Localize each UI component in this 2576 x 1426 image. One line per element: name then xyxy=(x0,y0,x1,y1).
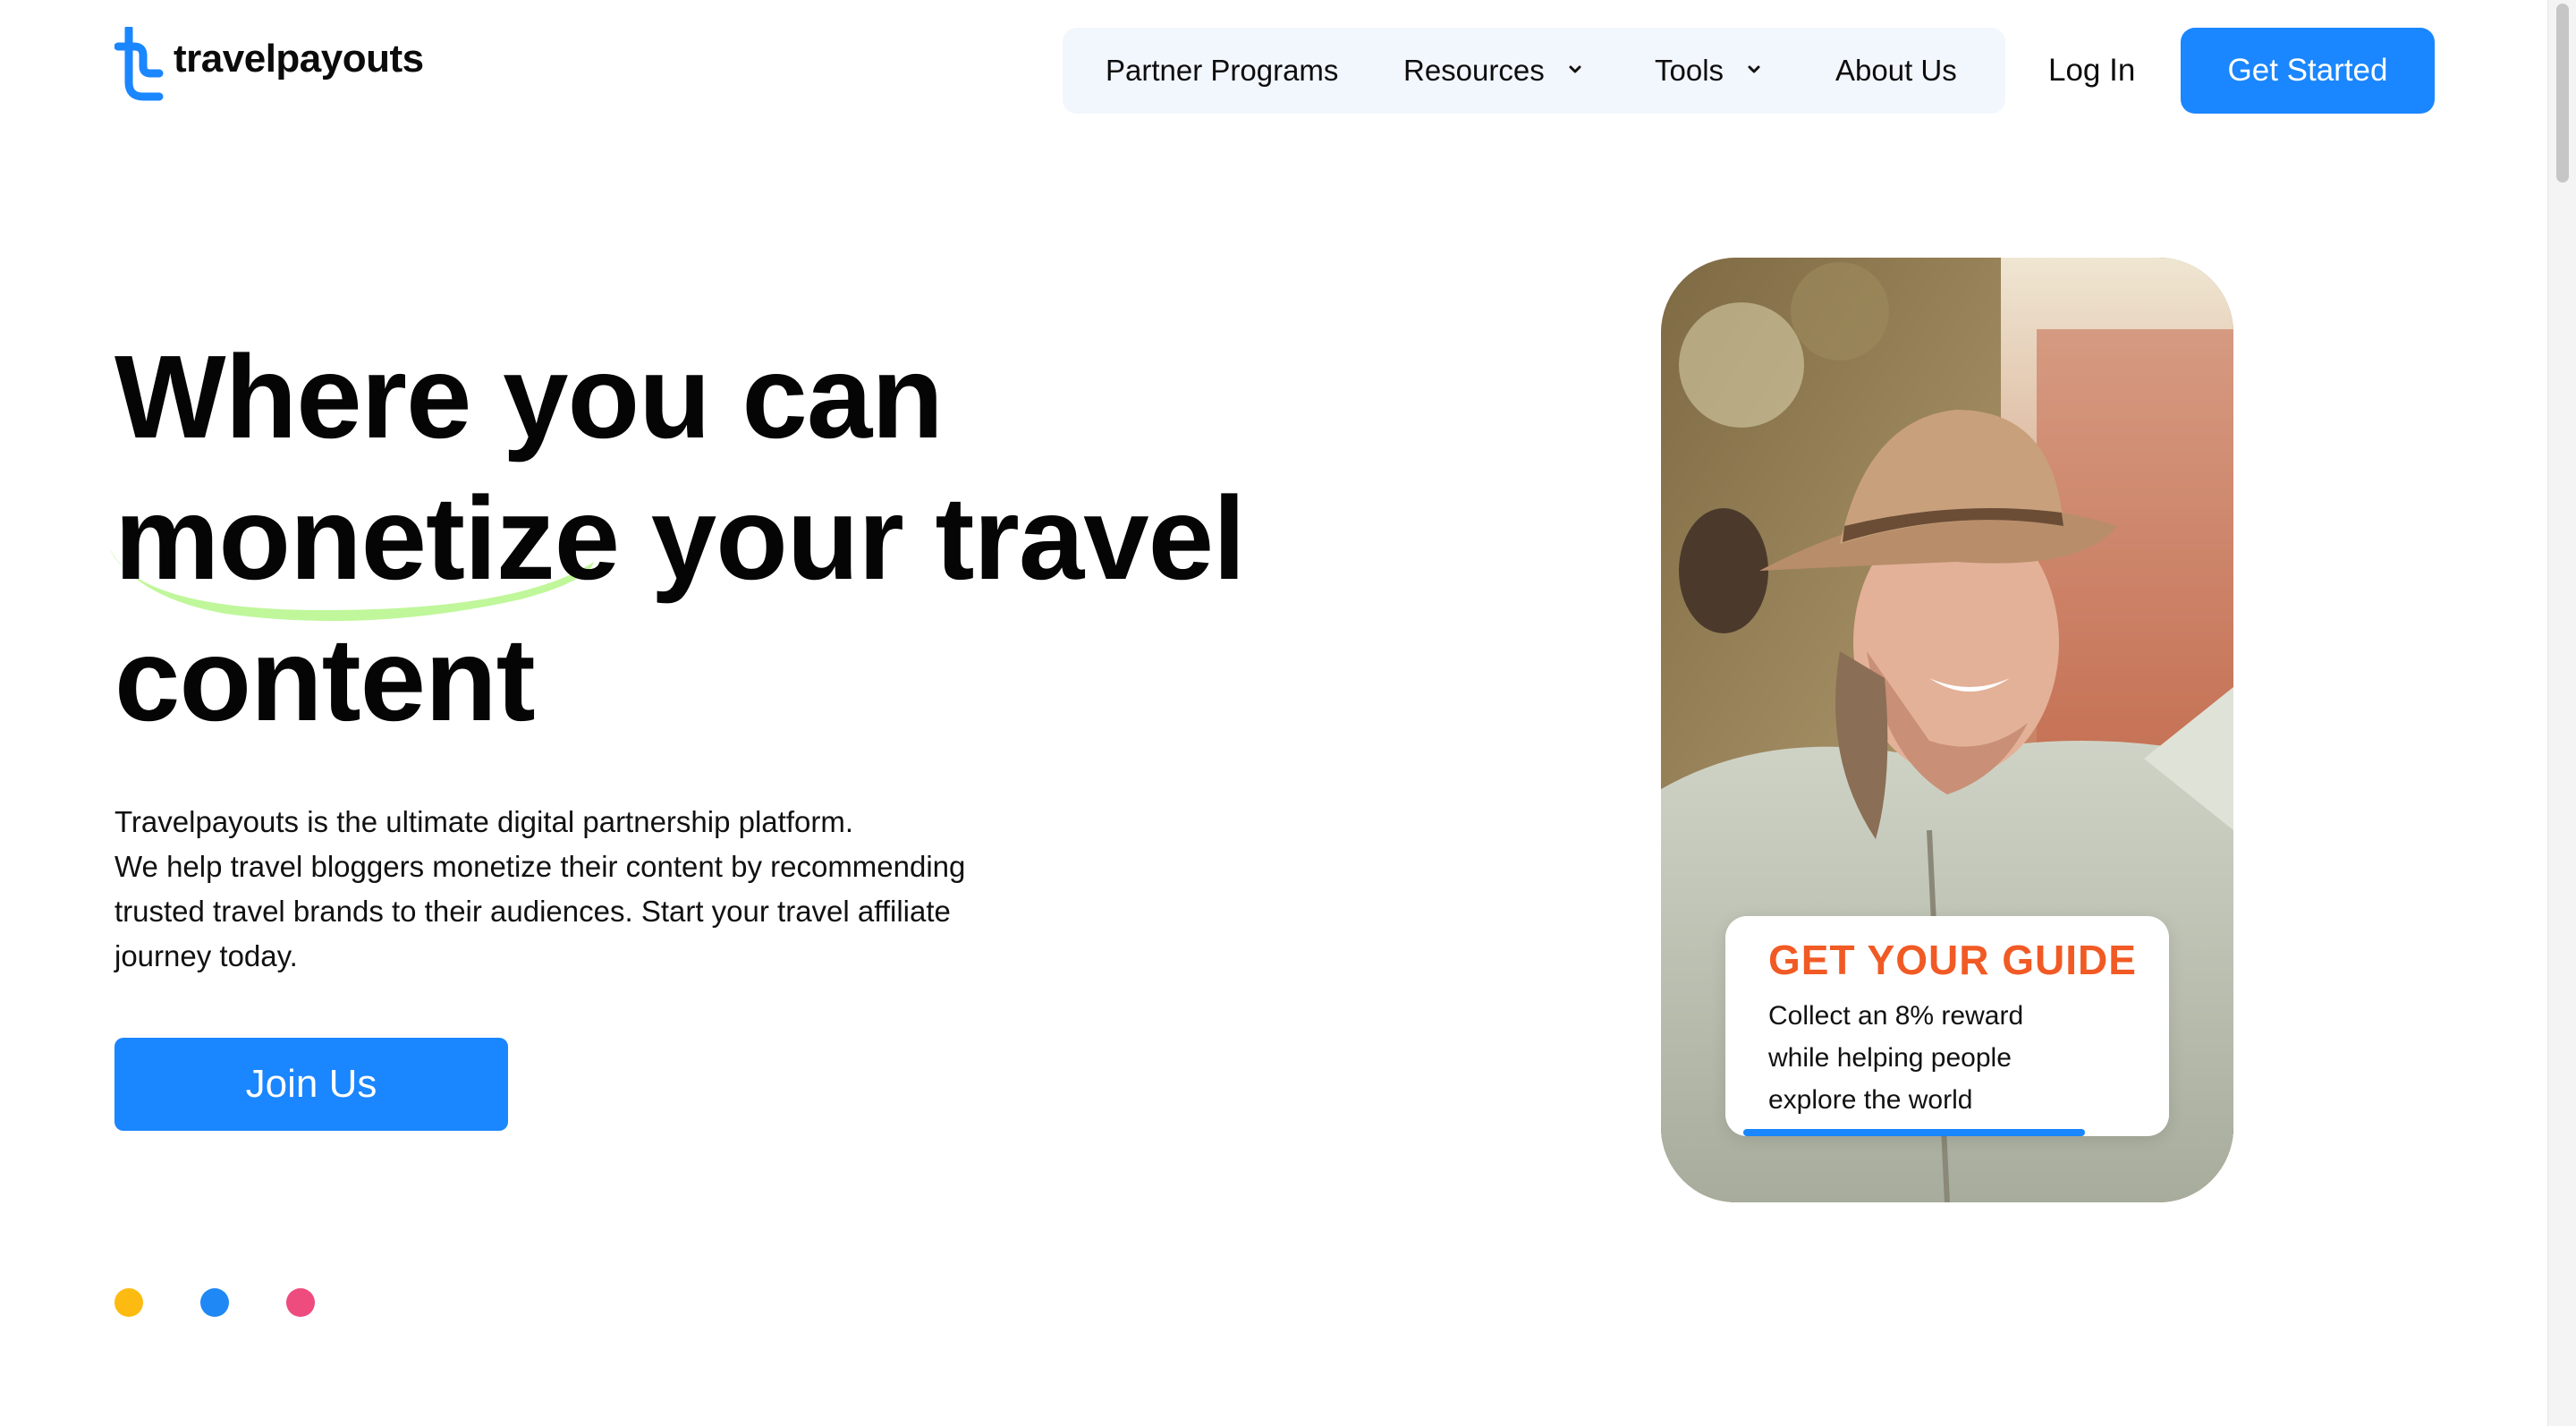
chevron-down-icon xyxy=(1748,65,1760,73)
nav-item-label: Partner Programs xyxy=(1106,54,1339,87)
slider-dot-3[interactable] xyxy=(286,1288,315,1317)
scrollbar-thumb[interactable] xyxy=(2556,4,2569,182)
headline-line-2: your travel xyxy=(619,472,1246,604)
nav-item-label: About Us xyxy=(1835,54,1957,87)
brand-logo[interactable]: travelpayouts xyxy=(114,27,424,102)
get-started-button[interactable]: Get Started xyxy=(2181,28,2435,114)
promo-description: Collect an 8% reward while helping peopl… xyxy=(1768,995,2144,1121)
description-line: trusted travel brands to their audiences… xyxy=(114,895,951,928)
nav-item-about-us[interactable]: About Us xyxy=(1835,28,1957,114)
promo-card[interactable]: GET YOUR GUIDE Collect an 8% reward whil… xyxy=(1725,916,2169,1136)
promo-progress-bar xyxy=(1743,1129,2085,1136)
promo-line: explore the world xyxy=(1768,1085,1973,1115)
nav-item-resources[interactable]: Resources xyxy=(1403,28,1584,114)
headline-highlight-word: monetize xyxy=(114,472,620,604)
nav-item-tools[interactable]: Tools xyxy=(1655,28,1763,114)
description-line: journey today. xyxy=(114,939,298,972)
nav-item-label: Resources xyxy=(1403,54,1545,87)
hero-headline: Where you can monetize your travel conte… xyxy=(114,327,1277,751)
headline-line-3: content xyxy=(114,614,536,745)
travelpayouts-logo-icon xyxy=(114,27,164,101)
promo-line: Collect an 8% reward xyxy=(1768,1001,2024,1031)
description-line: Travelpayouts is the ultimate digital pa… xyxy=(114,805,853,838)
brand-name: travelpayouts xyxy=(174,37,424,81)
slider-dot-1[interactable] xyxy=(114,1288,143,1317)
page: travelpayouts Partner Programs Resources… xyxy=(0,0,2547,1426)
nav-item-partner-programs[interactable]: Partner Programs xyxy=(1106,28,1338,114)
scrollbar[interactable] xyxy=(2547,0,2576,1426)
login-link[interactable]: Log In xyxy=(2048,28,2135,114)
nav-item-label: Tools xyxy=(1655,54,1724,87)
getyourguide-logo: GET YOUR GUIDE xyxy=(1768,937,2137,983)
hero-description: Travelpayouts is the ultimate digital pa… xyxy=(114,800,1045,979)
chevron-down-icon xyxy=(1569,65,1581,73)
promo-line: while helping people xyxy=(1768,1043,2012,1073)
description-line: We help travel bloggers monetize their c… xyxy=(114,850,966,883)
join-us-button[interactable]: Join Us xyxy=(114,1038,508,1131)
headline-line-1: Where you can xyxy=(114,331,944,463)
slider-dot-2[interactable] xyxy=(200,1288,229,1317)
